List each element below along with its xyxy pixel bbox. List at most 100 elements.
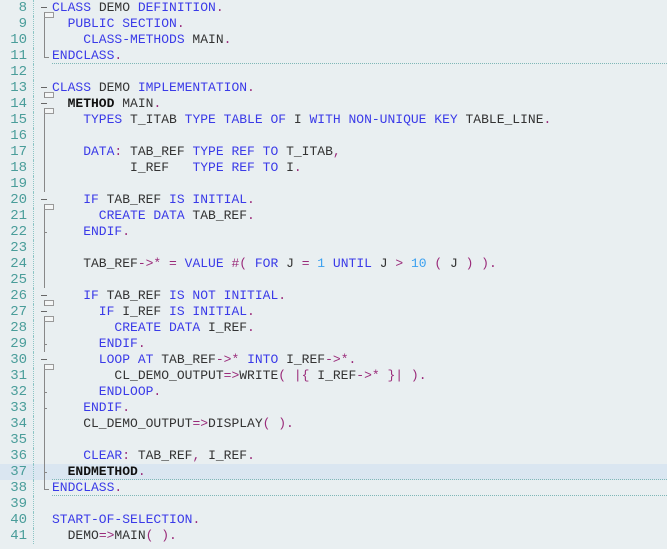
keyword-token: FOR xyxy=(254,256,279,271)
operator-token: . xyxy=(247,448,255,463)
fold-collapse-icon[interactable] xyxy=(39,96,54,114)
identifier-token: I_REF xyxy=(278,352,326,367)
fold-guide-line xyxy=(39,128,49,144)
operator-token: . xyxy=(215,0,224,15)
code-text: I_REF TYPE REF TO I. xyxy=(52,160,302,176)
fold-collapse-icon[interactable] xyxy=(39,80,54,98)
code-line[interactable]: 28 CREATE DATA I_REF. xyxy=(0,320,667,336)
operator-token: . xyxy=(122,400,131,415)
operator-token: ) ). xyxy=(457,256,497,271)
line-number: 33 xyxy=(10,400,27,416)
code-line[interactable]: 30 LOOP AT TAB_REF->* INTO I_REF->*. xyxy=(0,352,667,370)
fold-guide-line xyxy=(39,416,49,432)
code-line[interactable]: 32 ENDLOOP. xyxy=(0,384,667,400)
code-line[interactable]: 14 METHOD MAIN. xyxy=(0,96,667,114)
code-line[interactable]: 33 ENDIF. xyxy=(0,400,667,416)
line-number: 19 xyxy=(10,176,27,192)
code-line[interactable]: 19 xyxy=(0,176,667,192)
line-number: 39 xyxy=(10,496,27,512)
fold-collapse-icon[interactable] xyxy=(39,288,54,306)
fold-guide-line xyxy=(39,256,49,272)
gutter-divider xyxy=(33,80,34,96)
code-line[interactable]: 20 IF TAB_REF IS INITIAL. xyxy=(0,192,667,210)
code-line[interactable]: 15 TYPES T_ITAB TYPE TABLE OF I WITH NON… xyxy=(0,112,667,128)
identifier-token: TABLE_LINE xyxy=(457,112,544,127)
code-line[interactable]: 40 START-OF-SELECTION. xyxy=(0,512,667,528)
code-line[interactable]: 26 IF TAB_REF IS NOT INITIAL. xyxy=(0,288,667,306)
keyword-token: IF xyxy=(52,288,99,303)
fold-guide-line xyxy=(39,384,49,400)
gutter-divider xyxy=(33,208,34,224)
operator-token: ->* = xyxy=(137,256,185,271)
operator-token: ( ). xyxy=(145,528,177,543)
code-line[interactable]: 12 xyxy=(0,64,667,80)
abap-code-editor[interactable]: 8 CLASS DEMO DEFINITION. 9 PUBLIC SECTION.… xyxy=(0,0,667,544)
identifier-token: DEMO xyxy=(91,80,138,95)
code-line[interactable]: 10 CLASS-METHODS MAIN. xyxy=(0,32,667,48)
code-line[interactable]: 18 I_REF TYPE REF TO I. xyxy=(0,160,667,176)
code-text: ENDMETHOD. xyxy=(52,464,146,480)
code-text: IF TAB_REF IS INITIAL. xyxy=(52,192,255,208)
code-line-current[interactable]: 37 ENDMETHOD. xyxy=(0,464,667,480)
code-line[interactable]: 27 IF I_REF IS INITIAL. xyxy=(0,304,667,322)
operator-token: . xyxy=(247,208,255,223)
code-line[interactable]: 11 ENDCLASS. xyxy=(0,48,667,64)
code-line[interactable]: 24 TAB_REF->* = VALUE #( FOR J = 1 UNTIL… xyxy=(0,256,667,272)
operator-token: . xyxy=(293,160,302,175)
code-line[interactable]: 34 CL_DEMO_OUTPUT=>DISPLAY( ). xyxy=(0,416,667,432)
operator-token: : xyxy=(122,448,131,463)
code-line[interactable]: 25 xyxy=(0,272,667,288)
operator-token: . xyxy=(247,80,255,95)
code-line[interactable]: 41 DEMO=>MAIN( ). xyxy=(0,528,667,544)
operator-token: ( xyxy=(426,256,450,271)
code-line[interactable]: 29 ENDIF. xyxy=(0,336,667,352)
operator-token: ( ). xyxy=(262,416,294,431)
operator-token: #( xyxy=(223,256,255,271)
code-line[interactable]: 36 CLEAR: TAB_REF, I_REF. xyxy=(0,448,667,464)
fold-collapse-icon[interactable] xyxy=(39,352,54,370)
code-line[interactable]: 22 ENDIF. xyxy=(0,224,667,240)
gutter-divider xyxy=(33,288,34,304)
code-text: CREATE DATA TAB_REF. xyxy=(52,208,255,224)
code-line[interactable]: 39 xyxy=(0,496,667,512)
operator-token: > xyxy=(395,256,411,271)
line-number: 30 xyxy=(10,352,27,368)
keyword-token: IS INITIAL xyxy=(169,304,248,319)
bold-keyword-token: ENDMETHOD xyxy=(52,464,138,479)
fold-guide-line xyxy=(39,176,49,192)
code-text: CLASS DEMO IMPLEMENTATION. xyxy=(52,80,255,96)
keyword-token: TYPE REF TO xyxy=(192,144,279,159)
fold-collapse-icon[interactable] xyxy=(39,0,54,18)
fold-collapse-icon[interactable] xyxy=(39,192,54,210)
code-line[interactable]: 31 CL_DEMO_OUTPUT=>WRITE( |{ I_REF->* }|… xyxy=(0,368,667,384)
code-line[interactable]: 35 xyxy=(0,432,667,448)
code-text: DATA: TAB_REF TYPE REF TO T_ITAB, xyxy=(52,144,341,160)
code-line[interactable]: 13 CLASS DEMO IMPLEMENTATION. xyxy=(0,80,667,98)
code-line[interactable]: 8 CLASS DEMO DEFINITION. xyxy=(0,0,667,18)
code-line[interactable]: 21 CREATE DATA TAB_REF. xyxy=(0,208,667,224)
line-number: 10 xyxy=(10,32,27,48)
identifier-token: T_ITAB xyxy=(278,144,333,159)
identifier-token: I_REF xyxy=(200,320,248,335)
line-number: 15 xyxy=(10,112,27,128)
fold-guide-line xyxy=(39,240,49,256)
code-line[interactable]: 38 ENDCLASS. xyxy=(0,480,667,496)
gutter-divider xyxy=(33,304,34,320)
keyword-token: DEFINITION xyxy=(137,0,216,15)
code-text: ENDCLASS. xyxy=(52,48,122,64)
gutter-divider xyxy=(33,48,34,64)
operator-token: ->* xyxy=(215,352,248,367)
code-line[interactable]: 23 xyxy=(0,240,667,256)
line-number: 14 xyxy=(10,96,27,112)
code-line[interactable]: 9 PUBLIC SECTION. xyxy=(0,16,667,32)
code-line[interactable]: 16 xyxy=(0,128,667,144)
code-line[interactable]: 17 DATA: TAB_REF TYPE REF TO T_ITAB, xyxy=(0,144,667,160)
fold-guide-line xyxy=(39,272,49,288)
fold-collapse-icon[interactable] xyxy=(39,304,54,322)
operator-token: => xyxy=(192,416,209,431)
code-text: CLEAR: TAB_REF, I_REF. xyxy=(52,448,255,464)
identifier-token: J xyxy=(449,256,458,271)
line-number: 22 xyxy=(10,224,27,240)
identifier-token: TAB_REF xyxy=(153,352,216,367)
code-text: ENDIF. xyxy=(52,224,130,240)
